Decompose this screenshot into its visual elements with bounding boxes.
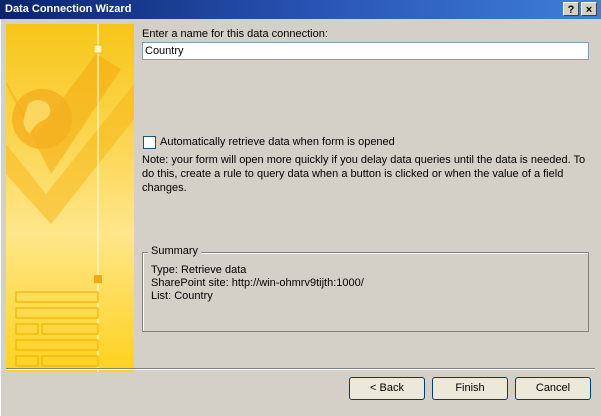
- auto-retrieve-checkbox[interactable]: [143, 136, 156, 149]
- summary-list: List: Country: [151, 290, 213, 302]
- wizard-banner-image: [6, 24, 134, 372]
- window-title: Data Connection Wizard: [5, 3, 132, 15]
- cancel-button[interactable]: Cancel: [515, 377, 591, 400]
- button-separator: [6, 368, 595, 370]
- auto-retrieve-label[interactable]: Automatically retrieve data when form is…: [160, 136, 395, 148]
- help-button[interactable]: ?: [563, 2, 579, 16]
- wizard-banner-art: [6, 24, 134, 372]
- summary-type: Type: Retrieve data: [151, 264, 247, 276]
- back-button[interactable]: < Back: [349, 377, 425, 400]
- summary-details: Type: Retrieve data SharePoint site: htt…: [151, 264, 364, 303]
- summary-legend: Summary: [148, 245, 202, 257]
- connection-name-label: Enter a name for this data connection:: [142, 28, 328, 40]
- summary-site: SharePoint site: http://win-ohmrv9tijth:…: [151, 277, 364, 289]
- performance-note: Note: your form will open more quickly i…: [142, 154, 586, 194]
- finish-button[interactable]: Finish: [432, 377, 508, 400]
- connection-name-input[interactable]: Country: [142, 42, 589, 60]
- title-bar: Data Connection Wizard ? ×: [0, 0, 601, 19]
- close-button[interactable]: ×: [581, 2, 597, 16]
